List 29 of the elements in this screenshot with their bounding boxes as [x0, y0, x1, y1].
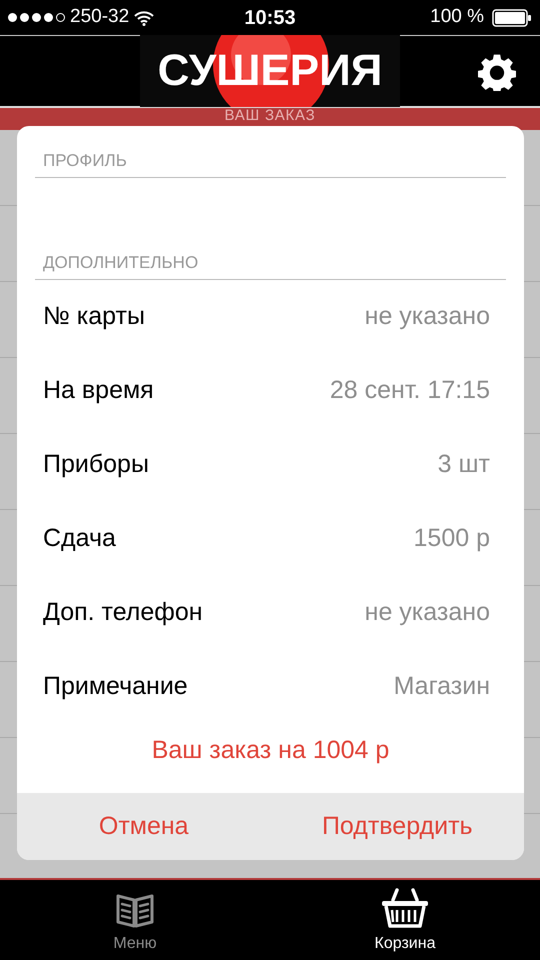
basket-icon: [381, 888, 429, 928]
row-label: Примечание: [43, 671, 188, 702]
row-label: На время: [43, 375, 154, 406]
dialog-button[interactable]: Подтвердить: [270, 793, 524, 860]
section-header: ПРОФИЛЬ: [43, 150, 127, 172]
row-label: Приборы: [43, 449, 149, 480]
settings-icon[interactable]: [478, 53, 516, 91]
dialog-button[interactable]: Отмена: [17, 793, 270, 860]
wifi-icon: [134, 10, 154, 26]
row-label: Доп. телефон: [43, 597, 203, 628]
row-label: № карты: [43, 301, 145, 332]
tab-bar-item[interactable]: Меню: [0, 880, 270, 960]
signal-icon: [8, 13, 65, 22]
row-value[interactable]: 1500 р: [414, 520, 490, 558]
battery-icon: [492, 8, 532, 26]
row-value[interactable]: 28 сент. 17:15: [330, 372, 490, 410]
row-value[interactable]: 3 шт: [438, 446, 490, 484]
battery-percent: 100 %: [430, 5, 484, 30]
row-label: Сдача: [43, 523, 116, 554]
tab-bar-item[interactable]: Корзина: [270, 880, 540, 960]
carrier-name: 250-32: [70, 5, 130, 30]
row-value[interactable]: Магазин: [394, 668, 490, 706]
row-value[interactable]: не указано: [364, 298, 490, 336]
row-value[interactable]: не указано: [364, 594, 490, 632]
section-header: ДОПОЛНИТЕЛЬНО: [43, 252, 198, 274]
book-icon: [115, 892, 155, 928]
order-title: ВАШ ЗАКАЗ: [224, 108, 316, 124]
clock: 10:53: [244, 6, 296, 30]
order-total: Ваш заказ на 1004 р: [152, 735, 390, 766]
